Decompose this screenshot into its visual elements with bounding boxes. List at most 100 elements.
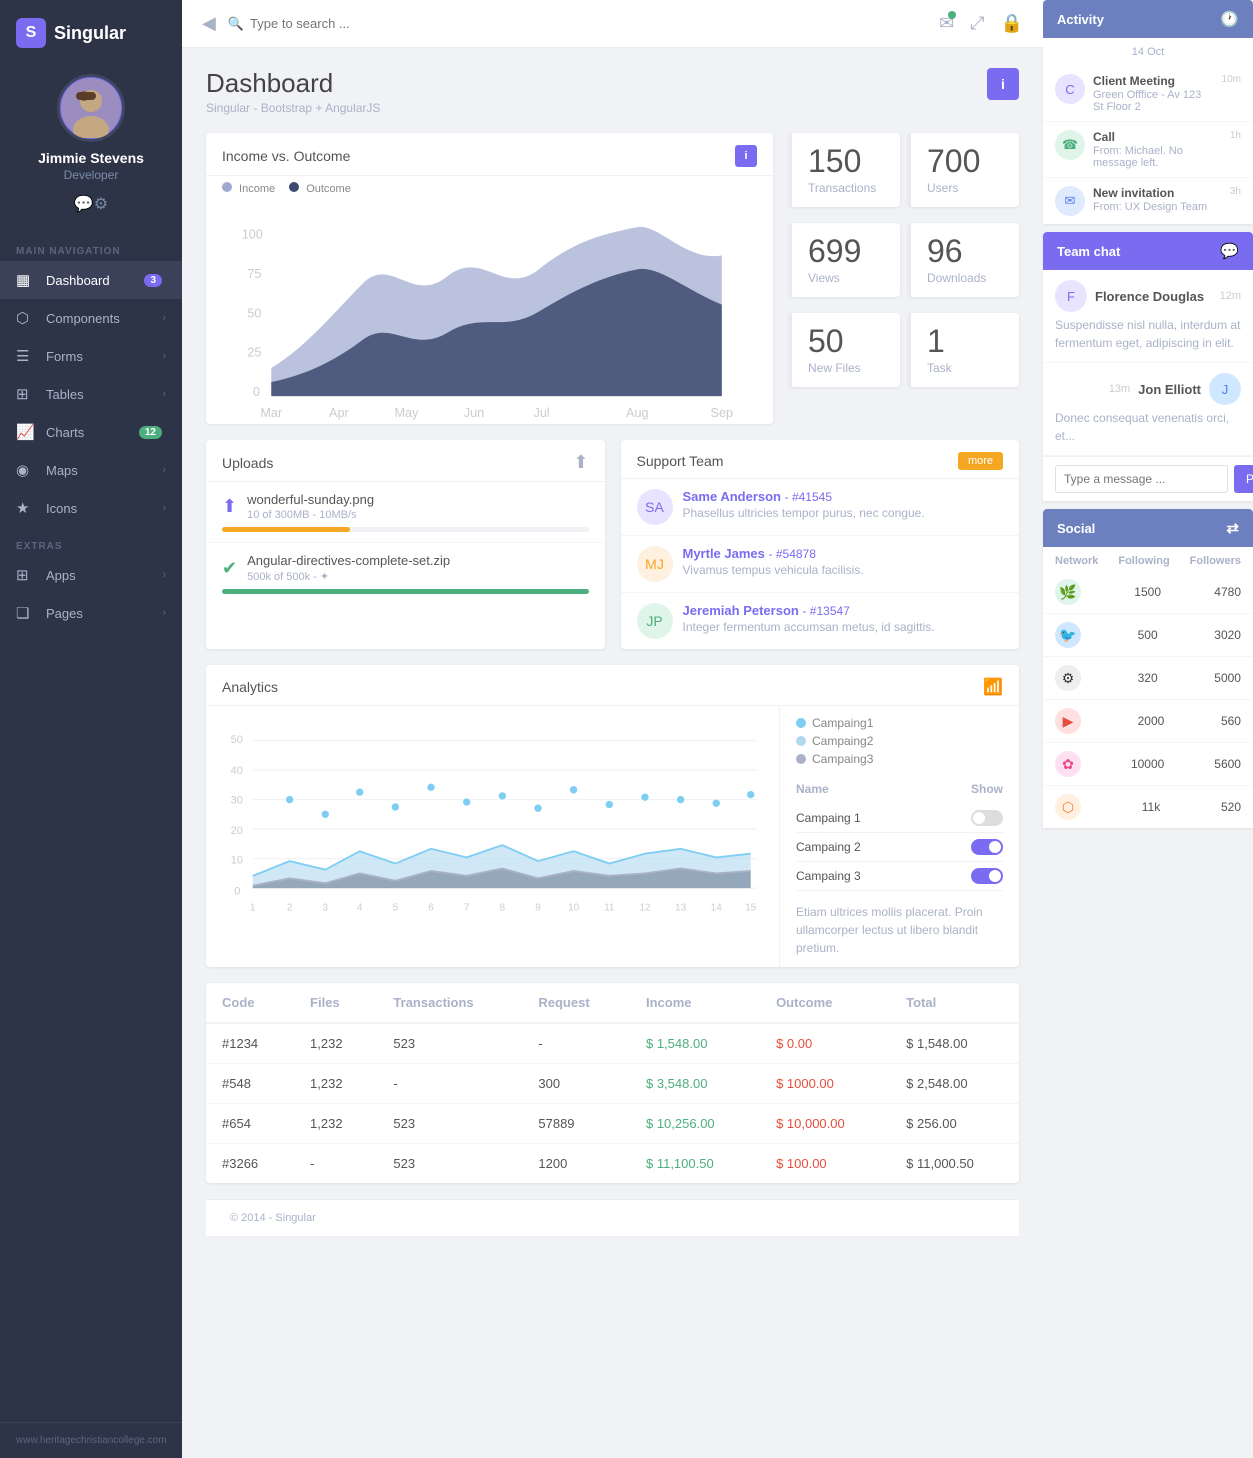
- cell-code: #654: [206, 1104, 294, 1144]
- stat-users: 700 Users: [908, 133, 1019, 207]
- social-col-following: Following: [1118, 555, 1169, 567]
- chat-input[interactable]: [1055, 465, 1228, 493]
- sidebar-item-dashboard[interactable]: ▦ Dashboard 3: [0, 261, 182, 299]
- campaign3-toggle[interactable]: [971, 868, 1003, 884]
- chat-message-time: 12m: [1220, 290, 1241, 302]
- dashboard-icon: ▦: [16, 271, 36, 289]
- income-info-button[interactable]: i: [735, 145, 757, 167]
- stat-label: New Files: [808, 361, 861, 375]
- stat-value: 1: [927, 325, 945, 357]
- expand-icon[interactable]: ⤢: [970, 13, 984, 34]
- upload-info: wonderful-sunday.png 10 of 300MB - 10MB/…: [247, 492, 374, 521]
- sidebar-item-label: Forms: [46, 349, 162, 364]
- page-title-area: Dashboard Singular - Bootstrap + Angular…: [206, 68, 380, 115]
- svg-text:14: 14: [711, 903, 722, 914]
- charts-badge: 12: [139, 426, 162, 439]
- campaign2-toggle[interactable]: [971, 839, 1003, 855]
- sidebar-item-tables[interactable]: ⊞ Tables ›: [0, 375, 182, 413]
- svg-text:10: 10: [568, 903, 579, 914]
- support-info: Jeremiah Peterson - #13547 Integer ferme…: [683, 603, 935, 634]
- row-chart-stats: Income vs. Outcome i Income Outcome 0: [206, 133, 1019, 424]
- cell-total: $ 256.00: [890, 1104, 1019, 1144]
- support-avatar: SA: [637, 489, 673, 525]
- page-info-button[interactable]: i: [987, 68, 1019, 100]
- sidebar-item-charts[interactable]: 📈 Charts 12: [0, 413, 182, 451]
- mail-icon[interactable]: ✉: [939, 13, 954, 34]
- support-text: Phasellus ultricies tempor purus, nec co…: [683, 506, 925, 520]
- svg-text:Jul: Jul: [533, 406, 549, 420]
- cell-request: 57889: [522, 1104, 630, 1144]
- cell-files: 1,232: [294, 1104, 377, 1144]
- lock-icon[interactable]: 🔒: [1001, 13, 1023, 34]
- analytics-description: Etiam ultrices mollis placerat. Proin ul…: [796, 903, 1003, 957]
- stat-views: 699 Views: [789, 223, 900, 297]
- analytics-title: Analytics: [222, 679, 278, 695]
- campaign2-dot: [796, 736, 806, 746]
- activity-panel: Activity 🕐 14 Oct C Client Meeting Green…: [1043, 0, 1253, 224]
- search-input[interactable]: [250, 16, 450, 31]
- upload-info: Angular-directives-complete-set.zip 500k…: [247, 553, 450, 583]
- cell-files: 1,232: [294, 1064, 377, 1104]
- app-name: Singular: [54, 23, 126, 44]
- upload-size: 500k of 500k - ✦: [247, 570, 450, 583]
- analytics-chart-svg: 0 10 20 30 40 50: [222, 716, 763, 925]
- cell-outcome: $ 1000.00: [760, 1064, 890, 1104]
- cell-transactions: -: [377, 1064, 522, 1104]
- support-ticket-id: - #41545: [785, 490, 832, 504]
- activity-content: New invitation From: UX Design Team: [1093, 186, 1222, 213]
- col-files: Files: [294, 983, 377, 1023]
- activity-detail-invitation: From: UX Design Team: [1093, 201, 1222, 213]
- campaign1-toggle[interactable]: [971, 810, 1003, 826]
- sidebar-item-apps[interactable]: ⊞ Apps ›: [0, 556, 182, 594]
- cell-transactions: 523: [377, 1104, 522, 1144]
- data-table-card: Code Files Transactions Request Income O…: [206, 983, 1019, 1183]
- activity-time-invitation: 3h: [1230, 186, 1241, 197]
- cell-transactions: 523: [377, 1144, 522, 1184]
- activity-avatar: C: [1055, 74, 1085, 104]
- message-icon[interactable]: 💬: [74, 194, 94, 214]
- social-following-6: 11k: [1142, 800, 1160, 814]
- page-content: Dashboard Singular - Bootstrap + Angular…: [182, 48, 1043, 1256]
- upload-icon: ⬆: [573, 452, 588, 473]
- col-transactions: Transactions: [377, 983, 522, 1023]
- campaign3-label: Campaing 3: [796, 869, 861, 883]
- page-header: Dashboard Singular - Bootstrap + Angular…: [206, 68, 1019, 115]
- support-more-button[interactable]: more: [958, 452, 1003, 470]
- svg-text:25: 25: [247, 346, 261, 360]
- cell-files: 1,232: [294, 1023, 377, 1064]
- activity-content: Client Meeting Green Offfice - Av 123 St…: [1093, 74, 1214, 113]
- sidebar-item-label: Icons: [46, 501, 162, 516]
- main-nav-label: MAIN NAVIGATION: [0, 232, 182, 261]
- income-chart-card: Income vs. Outcome i Income Outcome 0: [206, 133, 773, 424]
- upload-progress-bar: [222, 589, 589, 594]
- svg-text:6: 6: [428, 903, 434, 914]
- sidebar-item-maps[interactable]: ◉ Maps ›: [0, 451, 182, 489]
- activity-time-meeting: 10m: [1222, 74, 1241, 85]
- social-network-icon-5: ✿: [1055, 751, 1081, 777]
- col-income: Income: [630, 983, 760, 1023]
- dashboard-badge: 3: [144, 274, 162, 287]
- sidebar-item-pages[interactable]: ❏ Pages ›: [0, 594, 182, 632]
- chevron-right-icon: ›: [162, 569, 166, 581]
- sidebar-item-icons[interactable]: ★ Icons ›: [0, 489, 182, 527]
- stat-value: 50: [808, 325, 844, 357]
- activity-title-invitation: New invitation: [1093, 186, 1222, 200]
- cell-code: #548: [206, 1064, 294, 1104]
- svg-text:Sep: Sep: [711, 406, 734, 420]
- uploads-title: Uploads: [222, 455, 273, 471]
- col-request: Request: [522, 983, 630, 1023]
- social-following-5: 10000: [1131, 757, 1164, 771]
- social-network-icon-1: 🌿: [1055, 579, 1081, 605]
- chat-send-button[interactable]: Post: [1234, 465, 1253, 493]
- support-name: Myrtle James - #54878: [683, 546, 864, 561]
- support-name: Same Anderson - #41545: [683, 489, 925, 504]
- sidebar-item-label: Tables: [46, 387, 162, 402]
- sidebar-item-components[interactable]: ⬡ Components ›: [0, 299, 182, 337]
- sidebar-item-forms[interactable]: ☰ Forms ›: [0, 337, 182, 375]
- analytics-controls: Campaing1 Campaing2 Campaing3: [779, 706, 1019, 967]
- topbar-right: ✉ ⤢ 🔒: [939, 13, 1023, 34]
- settings-icon[interactable]: ⚙: [94, 194, 108, 214]
- activity-avatar: ☎: [1055, 130, 1085, 160]
- collapse-sidebar-button[interactable]: ◀: [202, 13, 216, 34]
- activity-title-call: Call: [1093, 130, 1222, 144]
